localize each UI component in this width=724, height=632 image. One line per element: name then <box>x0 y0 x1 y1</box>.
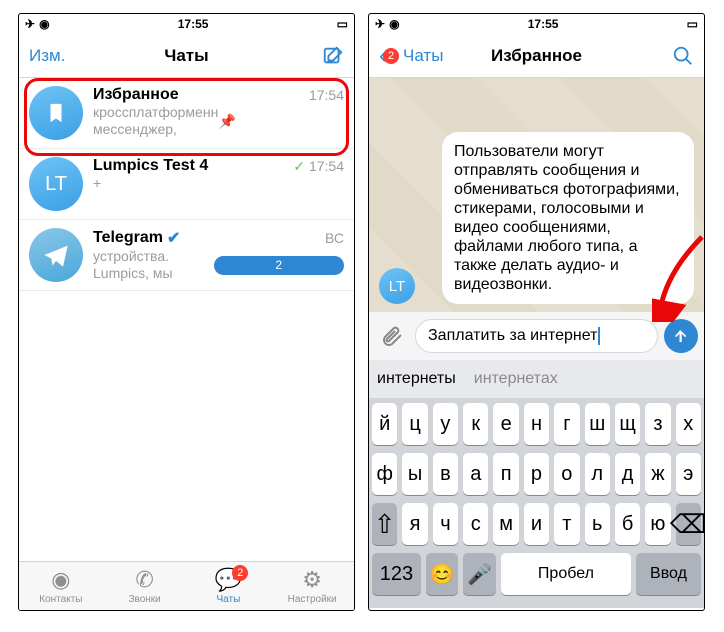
chat-area[interactable]: LT Пользователи могут отправлять сообщен… <box>369 78 704 312</box>
key-ю[interactable]: ю <box>645 503 670 545</box>
key-з[interactable]: з <box>645 403 670 445</box>
gear-icon: ⚙ <box>302 567 322 593</box>
key-е[interactable]: е <box>493 403 518 445</box>
chat-time: ВС <box>325 230 344 246</box>
key-р[interactable]: р <box>524 453 549 495</box>
status-bar: ✈︎ ◉ 17:55 ▭ <box>19 14 354 34</box>
chat-list: Избранное 17:54 Telegram — кроссплатформ… <box>19 78 354 291</box>
key-ы[interactable]: ы <box>402 453 427 495</box>
compose-bar: Заплатить за интернет <box>369 312 704 360</box>
chat-time: 17:54 <box>309 87 344 103</box>
chat-preview: Telegram — кроссплатформенный мессенджер… <box>93 104 344 138</box>
telegram-icon <box>29 228 83 282</box>
airplane-icon: ✈︎ <box>375 17 385 31</box>
key-ф[interactable]: ф <box>372 453 397 495</box>
verified-icon: ✔︎ <box>167 228 180 248</box>
key-о[interactable]: о <box>554 453 579 495</box>
key-в[interactable]: в <box>433 453 458 495</box>
key-х[interactable]: х <box>676 403 701 445</box>
key-backspace[interactable]: ⌫ <box>676 503 701 545</box>
key-ж[interactable]: ж <box>645 453 670 495</box>
wifi-icon: ◉ <box>389 17 399 31</box>
nav-bar: Изм. Чаты <box>19 34 354 78</box>
avatar: LT <box>379 268 415 304</box>
avatar: LT <box>29 157 83 211</box>
key-щ[interactable]: щ <box>615 403 640 445</box>
chat-name: Telegram ✔︎ <box>93 228 180 248</box>
key-ш[interactable]: ш <box>585 403 610 445</box>
key-shift[interactable]: ⇧ <box>372 503 397 545</box>
keyboard-suggestions: интернеты интернетах <box>369 360 704 398</box>
tab-bar: ◉Контакты ✆Звонки 💬Чаты2 ⚙Настройки <box>19 561 354 610</box>
key-й[interactable]: й <box>372 403 397 445</box>
key-ч[interactable]: ч <box>433 503 458 545</box>
check-icon: ✓ <box>293 158 305 175</box>
key-и[interactable]: и <box>524 503 549 545</box>
key-mic[interactable]: 🎤 <box>463 553 496 595</box>
key-с[interactable]: с <box>463 503 488 545</box>
pin-icon: 📌 <box>219 113 345 130</box>
key-ь[interactable]: ь <box>585 503 610 545</box>
message-input[interactable]: Заплатить за интернет <box>415 319 658 353</box>
attach-button[interactable] <box>375 319 409 353</box>
wifi-icon: ◉ <box>39 17 49 31</box>
chat-row-saved[interactable]: Избранное 17:54 Telegram — кроссплатформ… <box>19 78 354 149</box>
chat-name: Избранное <box>93 86 179 104</box>
key-д[interactable]: д <box>615 453 640 495</box>
key-ц[interactable]: ц <box>402 403 427 445</box>
status-time: 17:55 <box>400 17 687 31</box>
suggestion[interactable]: интернетах <box>474 370 558 388</box>
key-emoji[interactable]: 😊 <box>426 553 459 595</box>
suggestion[interactable]: интернеты <box>377 370 456 388</box>
key-123[interactable]: 123 <box>372 553 421 595</box>
key-space[interactable]: Пробел <box>501 553 631 595</box>
unread-badge: 2 <box>214 256 345 275</box>
tab-settings[interactable]: ⚙Настройки <box>270 562 354 610</box>
chat-time: ✓17:54 <box>293 158 344 175</box>
nav-bar: ‹ 2 Чаты Избранное <box>369 34 704 78</box>
key-п[interactable]: п <box>493 453 518 495</box>
key-enter[interactable]: Ввод <box>636 553 701 595</box>
tab-chats[interactable]: 💬Чаты2 <box>187 562 271 610</box>
chat-row[interactable]: Telegram ✔︎ ВС Вход с нового устройства.… <box>19 220 354 291</box>
tab-contacts[interactable]: ◉Контакты <box>19 562 103 610</box>
chat-name: Lumpics Test 4 <box>93 157 208 175</box>
back-button[interactable]: ‹ 2 Чаты <box>379 42 443 70</box>
phone-chat-list: ✈︎ ◉ 17:55 ▭ Изм. Чаты Избранное 17:54 Te… <box>18 13 355 611</box>
key-г[interactable]: г <box>554 403 579 445</box>
key-б[interactable]: б <box>615 503 640 545</box>
key-т[interactable]: т <box>554 503 579 545</box>
edit-button[interactable]: Изм. <box>29 46 65 66</box>
phone-chat-view: ✈︎ ◉ 17:55 ▭ ‹ 2 Чаты Избранное LT Пользо… <box>368 13 705 611</box>
chat-row[interactable]: LT Lumpics Test 4 ✓17:54 + <box>19 149 354 220</box>
battery-icon: ▭ <box>337 17 348 31</box>
airplane-icon: ✈︎ <box>25 17 35 31</box>
bookmark-icon <box>29 86 83 140</box>
compose-button[interactable] <box>322 45 344 67</box>
key-я[interactable]: я <box>402 503 427 545</box>
key-э[interactable]: э <box>676 453 701 495</box>
tab-badge: 2 <box>232 565 248 581</box>
message-bubble[interactable]: Пользователи могут отправлять сообщения … <box>442 132 694 304</box>
person-icon: ◉ <box>51 567 70 593</box>
key-л[interactable]: л <box>585 453 610 495</box>
send-button[interactable] <box>664 319 698 353</box>
nav-title: Чаты <box>19 46 354 66</box>
status-bar: ✈︎ ◉ 17:55 ▭ <box>369 14 704 34</box>
key-у[interactable]: у <box>433 403 458 445</box>
phone-icon: ✆ <box>135 567 153 593</box>
key-м[interactable]: м <box>493 503 518 545</box>
search-button[interactable] <box>672 45 694 67</box>
status-time: 17:55 <box>50 17 337 31</box>
key-к[interactable]: к <box>463 403 488 445</box>
key-н[interactable]: н <box>524 403 549 445</box>
chat-preview: + <box>93 175 344 192</box>
tab-calls[interactable]: ✆Звонки <box>103 562 187 610</box>
battery-icon: ▭ <box>687 17 698 31</box>
keyboard: йцукенгшщзх фывапролджэ ⇧ячсмитьбю⌫ 123 … <box>369 398 704 608</box>
chat-preview: Вход с нового устройства. Lumpics, мы об… <box>93 248 344 282</box>
key-а[interactable]: а <box>463 453 488 495</box>
back-badge: 2 <box>383 48 399 64</box>
